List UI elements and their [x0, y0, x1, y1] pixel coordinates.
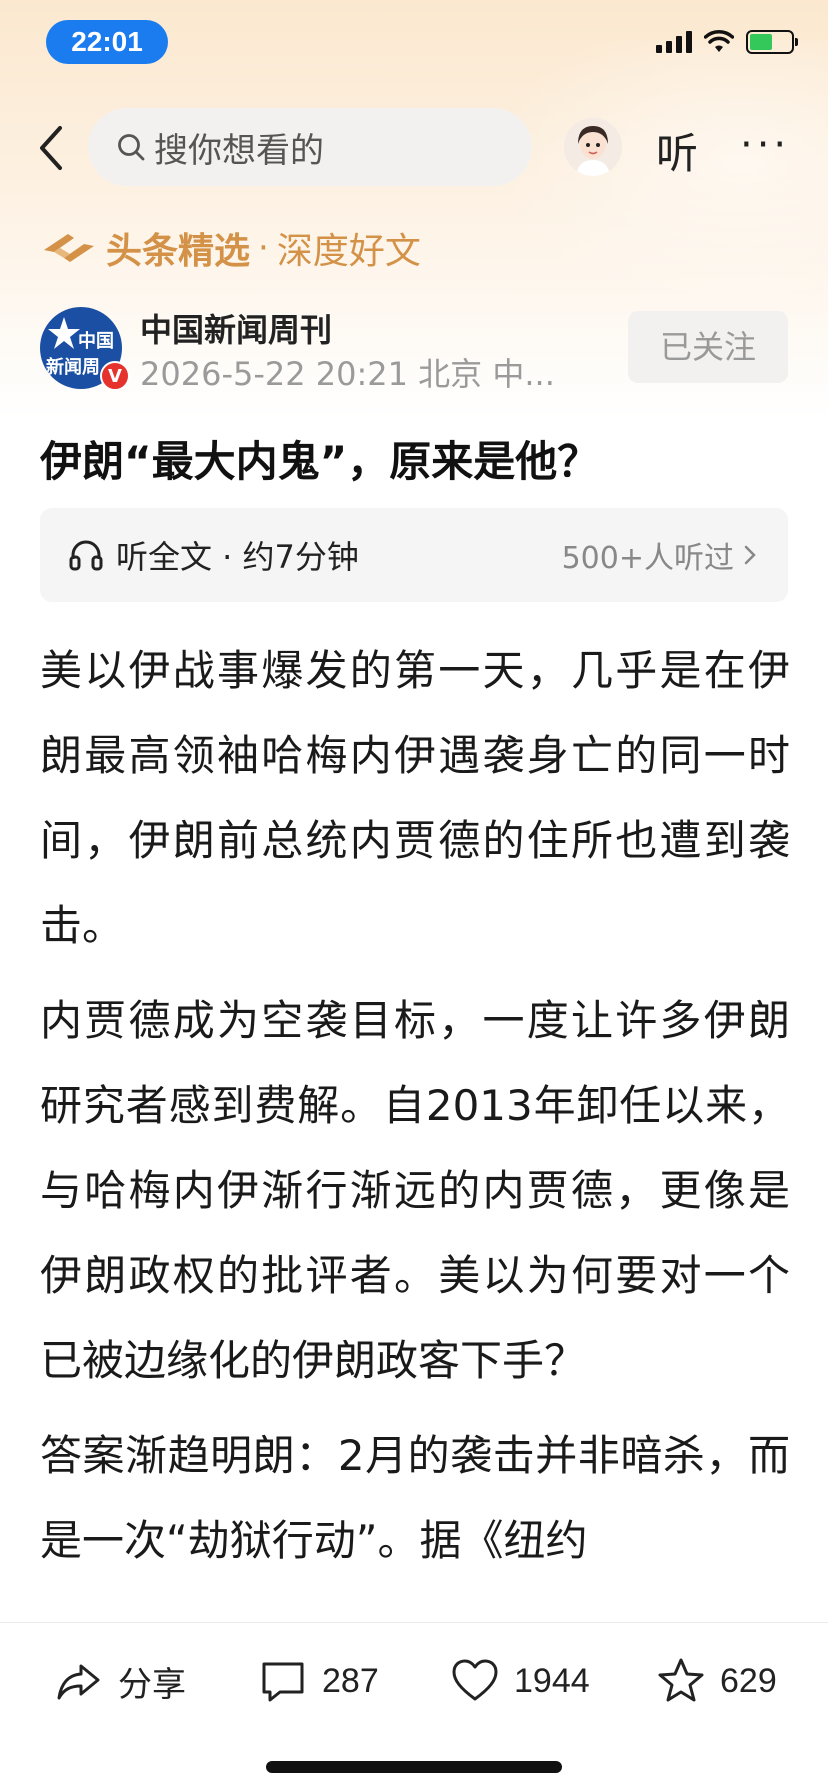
back-icon[interactable]	[30, 122, 74, 174]
listen-full-label: 听全文 · 约7分钟	[116, 538, 359, 576]
share-button[interactable]: 分享	[54, 1653, 186, 1709]
search-icon	[118, 134, 145, 161]
chevron-right-icon	[744, 545, 756, 565]
share-label: 分享	[118, 1665, 186, 1704]
user-avatar[interactable]	[564, 118, 622, 176]
favorite-count: 629	[720, 1661, 777, 1700]
verified-badge: V	[100, 361, 130, 391]
article-title: 伊朗“最大内鬼”，原来是他？	[40, 437, 600, 486]
like-button[interactable]: 1944	[450, 1653, 590, 1709]
status-icons	[656, 30, 798, 54]
featured-banner: 头条精选 · 深度好文	[40, 222, 421, 274]
listen-count: 500+人听过	[561, 541, 734, 576]
status-time: 22:01	[46, 20, 168, 64]
avatar-illustration	[564, 118, 622, 176]
featured-subtitle: 深度好文	[276, 231, 421, 272]
favorite-button[interactable]: 629	[656, 1653, 777, 1709]
comment-icon	[262, 1662, 304, 1702]
status-bar: 22:01	[0, 0, 828, 90]
author-row: 中国 新闻周 V 中国新闻周刊 2026-5-22 20:21 北京 中... …	[40, 305, 788, 395]
share-icon	[57, 1664, 100, 1700]
comment-button[interactable]: 287	[258, 1653, 379, 1709]
battery-fill	[750, 34, 772, 50]
content-fade	[0, 1560, 828, 1620]
article-paragraph: 美以伊战事爆发的第一天，几乎是在伊朗最高领袖哈梅内伊遇袭身亡的同一时间，伊朗前总…	[40, 646, 790, 950]
featured-title: 头条精选	[106, 231, 251, 272]
listen-button[interactable]: 听	[656, 120, 698, 181]
star-icon	[658, 1658, 704, 1702]
featured-separator: ·	[258, 228, 269, 268]
search-placeholder: 搜你想看的	[154, 130, 324, 171]
signal-icon	[656, 31, 692, 53]
search-input[interactable]: 搜你想看的	[88, 108, 532, 186]
article-paragraph: 答案渐趋明朗：2月的袭击并非暗杀，而是一次“劫狱行动”。据《纽约	[40, 1431, 790, 1565]
wifi-icon	[704, 30, 734, 52]
bottom-action-bar: 分享 287 1944 629	[0, 1622, 828, 1792]
battery-icon	[746, 30, 798, 54]
author-meta: 2026-5-22 20:21 北京 中...	[140, 355, 555, 393]
like-count: 1944	[514, 1661, 590, 1700]
follow-button[interactable]: 已关注	[628, 311, 788, 383]
home-indicator[interactable]	[266, 1761, 562, 1773]
author-avatar-text-2: 新闻周	[46, 357, 100, 378]
nav-bar: 搜你想看的 听 ···	[0, 108, 828, 188]
author-avatar-text-1: 中国	[78, 331, 114, 352]
featured-logo-icon	[44, 234, 94, 262]
article-paragraph: 内贾德成为空袭目标，一度让许多伊朗研究者感到费解。自2013年卸任以来，与哈梅内…	[40, 996, 790, 1385]
heart-icon	[452, 1659, 498, 1701]
more-button[interactable]: ···	[740, 122, 790, 168]
headphone-icon	[69, 540, 103, 571]
author-name[interactable]: 中国新闻周刊	[140, 305, 332, 351]
listen-full-bar[interactable]: 听全文 · 约7分钟 500+人听过	[40, 508, 788, 602]
article-body: 美以伊战事爆发的第一天，几乎是在伊朗最高领袖哈梅内伊遇袭身亡的同一时间，伊朗前总…	[40, 628, 790, 1593]
comment-count: 287	[322, 1661, 379, 1700]
